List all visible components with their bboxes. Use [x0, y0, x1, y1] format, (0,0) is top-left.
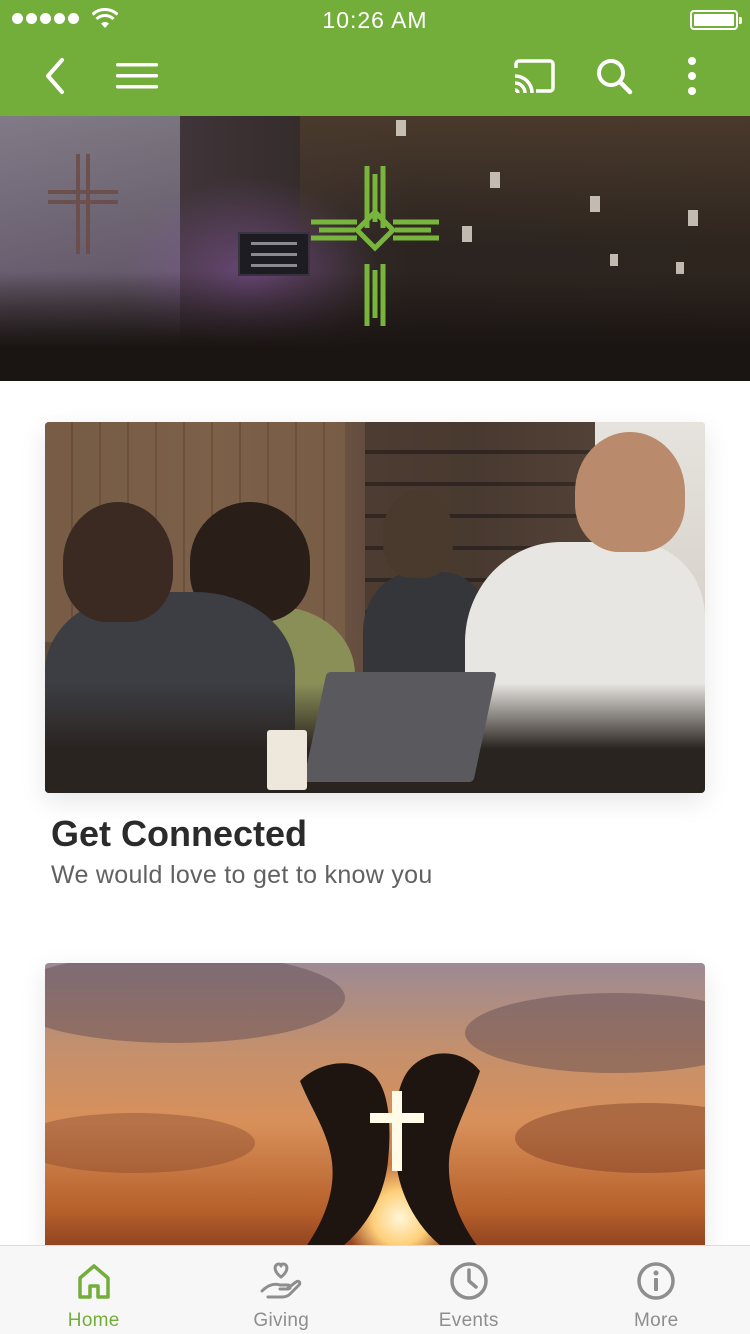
tab-label: Giving: [253, 1310, 310, 1331]
card-subtitle: We would love to get to know you: [51, 861, 433, 889]
app-header: 10:26 AM: [0, 0, 750, 116]
status-bar: 10:26 AM: [0, 0, 750, 40]
tab-more[interactable]: More: [563, 1246, 750, 1334]
hero-banner-image: [0, 116, 750, 381]
card-title: Get Connected: [51, 813, 308, 854]
wall-cross-icon: [48, 154, 118, 254]
cast-icon: [514, 59, 555, 94]
prayer-card[interactable]: [45, 963, 705, 1253]
giving-hand-heart-icon: [260, 1262, 302, 1299]
status-time: 10:26 AM: [322, 7, 428, 33]
clock-icon: [450, 1262, 488, 1300]
get-connected-image: [45, 422, 705, 793]
tab-label: Home: [67, 1310, 120, 1331]
worship-screen: [238, 232, 310, 276]
get-connected-card[interactable]: Get Connected We would love to get to kn…: [45, 422, 705, 890]
more-options-button[interactable]: [672, 50, 712, 102]
praying-hands-cross-icon: [300, 1053, 480, 1253]
home-icon: [78, 1264, 110, 1299]
tab-events[interactable]: Events: [375, 1246, 563, 1334]
prayer-image: [45, 963, 705, 1253]
menu-icon: [116, 63, 158, 89]
bottom-tab-bar: Home Giving Events More: [0, 1245, 750, 1334]
tab-label: Events: [438, 1310, 499, 1331]
tab-giving[interactable]: Giving: [188, 1246, 376, 1334]
search-icon: [597, 59, 633, 95]
tab-home[interactable]: Home: [0, 1246, 188, 1334]
tab-label: More: [634, 1310, 679, 1331]
search-button[interactable]: [588, 50, 640, 102]
battery-icon: [690, 10, 742, 30]
more-vertical-icon: [688, 57, 696, 95]
back-icon: [46, 58, 64, 94]
cross-logo-icon: [311, 166, 439, 326]
back-button[interactable]: [30, 50, 80, 102]
info-icon: [637, 1262, 675, 1300]
menu-button[interactable]: [110, 50, 164, 102]
cast-button[interactable]: [508, 50, 560, 102]
